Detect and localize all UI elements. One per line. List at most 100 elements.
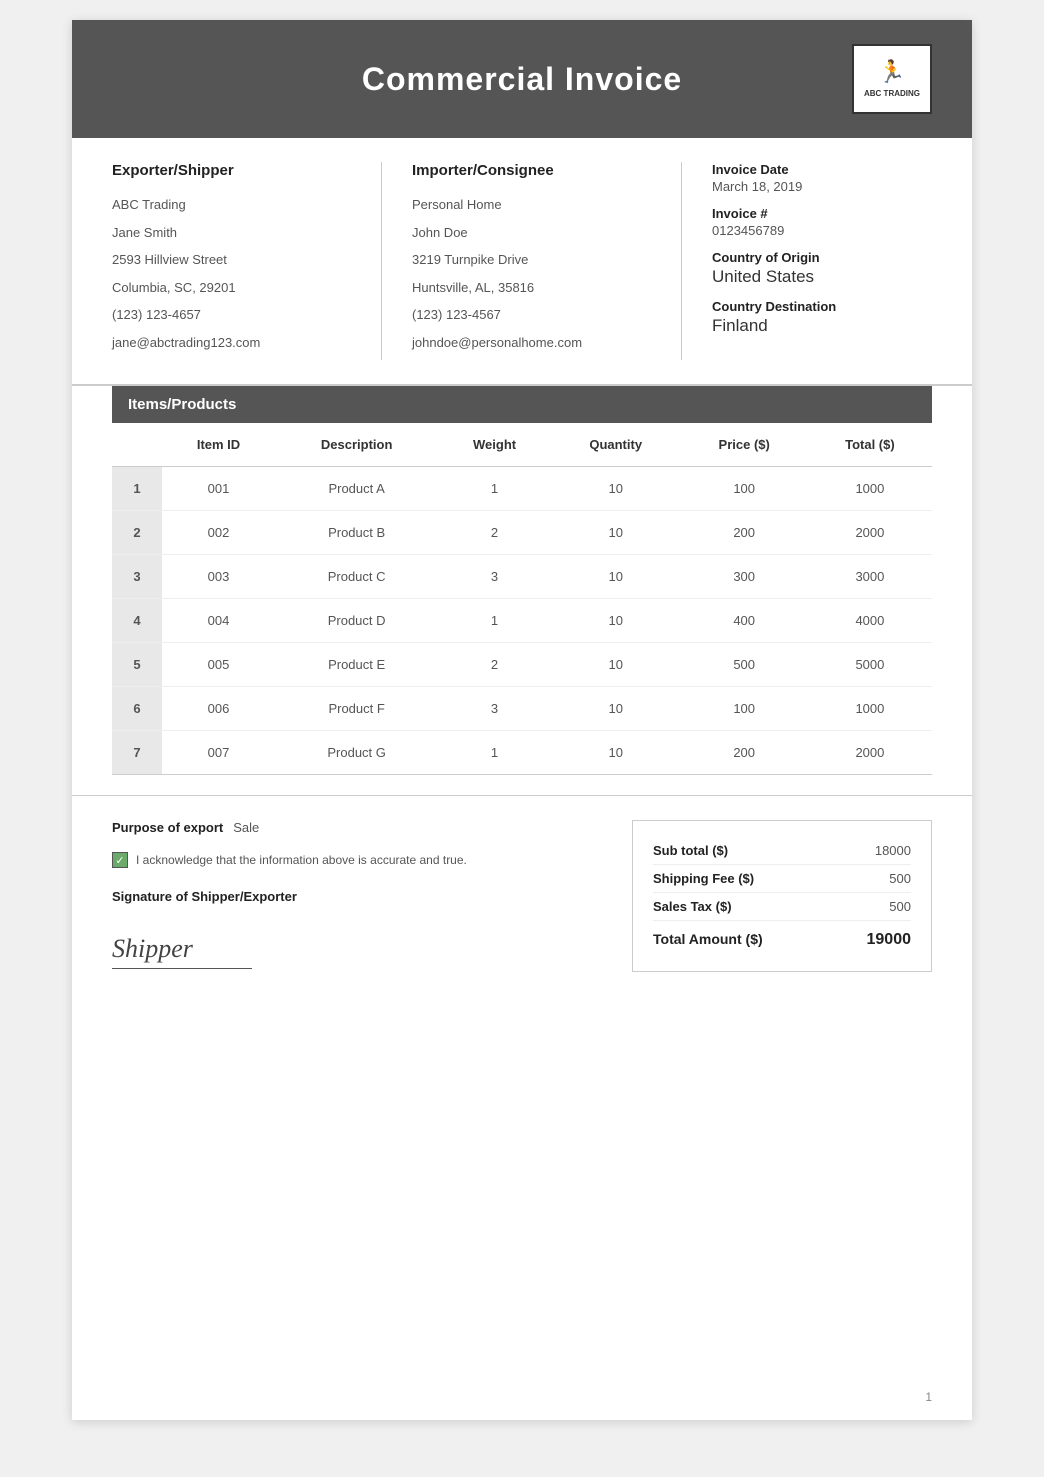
exporter-column: Exporter/Shipper ABC Trading Jane Smith … [112,162,351,360]
destination-value: Finland [712,316,932,336]
items-section: Items/Products Item ID Description Weigh… [72,386,972,775]
row-item-id: 006 [162,687,275,731]
row-quantity: 10 [551,687,681,731]
row-total: 2000 [808,511,932,555]
exporter-address2: Columbia, SC, 29201 [112,278,331,298]
signature-area: Shipper [112,934,252,969]
row-description: Product C [275,555,438,599]
totals-box: Sub total ($) 18000 Shipping Fee ($) 500… [632,820,932,972]
row-quantity: 10 [551,599,681,643]
row-total: 2000 [808,731,932,775]
shipping-value: 500 [889,871,911,886]
total-value: 19000 [867,931,912,949]
origin-label: Country of Origin [712,250,932,265]
total-label: Total Amount ($) [653,931,763,949]
table-row: 7 007 Product G 1 10 200 2000 [112,731,932,775]
header: Commercial Invoice 🏃 ABC TRADING [72,20,972,138]
row-quantity: 10 [551,643,681,687]
acknowledge-row: ✓ I acknowledge that the information abo… [112,851,602,869]
exporter-name: Jane Smith [112,223,331,243]
row-price: 400 [681,599,808,643]
table-row: 4 004 Product D 1 10 400 4000 [112,599,932,643]
row-price: 200 [681,731,808,775]
purpose-row: Purpose of export Sale [112,820,602,835]
row-description: Product A [275,467,438,511]
destination-label: Country Destination [712,299,932,314]
logo-text: ABC TRADING [864,89,920,99]
company-logo: 🏃 ABC TRADING [852,44,932,114]
exporter-company: ABC Trading [112,195,331,215]
total-row: Total Amount ($) 19000 [653,925,911,955]
invoice-page: Commercial Invoice 🏃 ABC TRADING Exporte… [72,20,972,1420]
row-price: 200 [681,511,808,555]
table-row: 5 005 Product E 2 10 500 5000 [112,643,932,687]
col-weight-header: Weight [438,423,551,467]
row-number: 3 [112,555,162,599]
origin-value: United States [712,267,932,287]
items-table: Item ID Description Weight Quantity Pric… [112,423,932,775]
exporter-email: jane@abctrading123.com [112,333,331,353]
subtotal-row: Sub total ($) 18000 [653,837,911,865]
invoice-number-value: 0123456789 [712,223,932,238]
row-item-id: 005 [162,643,275,687]
row-description: Product E [275,643,438,687]
row-number: 5 [112,643,162,687]
row-number: 6 [112,687,162,731]
col-qty-header: Quantity [551,423,681,467]
row-item-id: 007 [162,731,275,775]
footer-left: Purpose of export Sale ✓ I acknowledge t… [112,820,602,972]
row-price: 100 [681,687,808,731]
importer-email: johndoe@personalhome.com [412,333,631,353]
purpose-value: Sale [233,820,259,835]
table-row: 2 002 Product B 2 10 200 2000 [112,511,932,555]
row-quantity: 10 [551,511,681,555]
row-description: Product G [275,731,438,775]
row-weight: 3 [438,687,551,731]
info-section: Exporter/Shipper ABC Trading Jane Smith … [72,138,972,386]
subtotal-label: Sub total ($) [653,843,728,858]
row-description: Product D [275,599,438,643]
importer-address2: Huntsville, AL, 35816 [412,278,631,298]
exporter-address1: 2593 Hillview Street [112,250,331,270]
importer-address1: 3219 Turnpike Drive [412,250,631,270]
subtotal-value: 18000 [875,843,911,858]
row-weight: 1 [438,599,551,643]
vertical-divider-2 [681,162,682,360]
page-number: 1 [925,1390,932,1404]
importer-company: Personal Home [412,195,631,215]
importer-name: John Doe [412,223,631,243]
tax-label: Sales Tax ($) [653,899,732,914]
row-weight: 2 [438,511,551,555]
row-weight: 2 [438,643,551,687]
invoice-date-label: Invoice Date [712,162,932,177]
importer-column: Importer/Consignee Personal Home John Do… [412,162,651,360]
row-item-id: 001 [162,467,275,511]
col-desc-header: Description [275,423,438,467]
invoice-date-value: March 18, 2019 [712,179,932,194]
table-row: 6 006 Product F 3 10 100 1000 [112,687,932,731]
purpose-label: Purpose of export [112,820,223,835]
row-description: Product F [275,687,438,731]
row-total: 5000 [808,643,932,687]
importer-phone: (123) 123-4567 [412,305,631,325]
tax-row: Sales Tax ($) 500 [653,893,911,921]
invoice-number-label: Invoice # [712,206,932,221]
row-description: Product B [275,511,438,555]
page-title: Commercial Invoice [192,61,852,98]
row-total: 3000 [808,555,932,599]
row-price: 100 [681,467,808,511]
acknowledge-text: I acknowledge that the information above… [136,851,467,869]
row-item-id: 002 [162,511,275,555]
shipping-row: Shipping Fee ($) 500 [653,865,911,893]
logo-icon: 🏃 [878,59,905,85]
vertical-divider [381,162,382,360]
acknowledge-checkbox[interactable]: ✓ [112,852,128,868]
row-total: 1000 [808,687,932,731]
col-itemid-header: Item ID [162,423,275,467]
shipping-label: Shipping Fee ($) [653,871,754,886]
row-number: 4 [112,599,162,643]
exporter-phone: (123) 123-4657 [112,305,331,325]
footer-section: Purpose of export Sale ✓ I acknowledge t… [72,795,972,996]
row-weight: 3 [438,555,551,599]
col-num-header [112,423,162,467]
